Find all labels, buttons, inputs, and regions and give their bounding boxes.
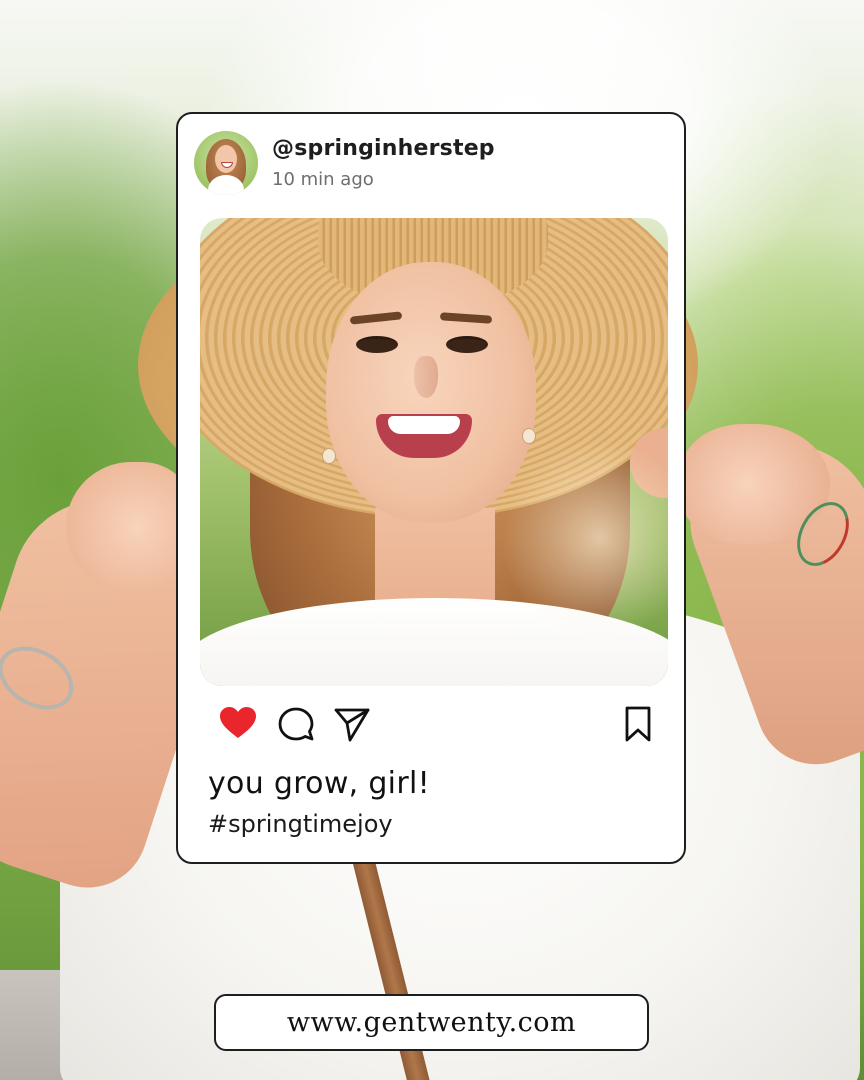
photo-teeth [388, 416, 460, 434]
avatar-face [215, 145, 237, 173]
website-url-button[interactable]: www.gentwenty.com [214, 994, 649, 1051]
photo-earring-right [522, 428, 536, 444]
post-caption: you grow, girl! [208, 766, 430, 801]
save-button[interactable] [618, 704, 658, 744]
post-photo[interactable] [200, 218, 668, 686]
avatar[interactable] [194, 131, 258, 195]
heart-icon [220, 707, 256, 738]
photo-nose [414, 356, 438, 398]
hashtag-link[interactable]: #springtimejoy [208, 810, 393, 838]
comment-button[interactable] [276, 704, 316, 744]
bookmark-icon [625, 706, 651, 742]
post-action-bar [218, 704, 652, 744]
post-timestamp: 10 min ago [272, 169, 374, 190]
share-button[interactable] [332, 704, 372, 744]
like-button[interactable] [218, 704, 258, 744]
comment-icon [278, 707, 314, 741]
username-link[interactable]: @springinherstep [272, 136, 495, 161]
post-card: @springinherstep 10 min ago you grow, gi… [176, 112, 686, 864]
photo-eye-left [356, 336, 398, 353]
website-url-text: www.gentwenty.com [286, 1007, 577, 1038]
send-icon [334, 708, 370, 742]
photo-earring-left [322, 448, 336, 464]
photo-eye-right [446, 336, 488, 353]
